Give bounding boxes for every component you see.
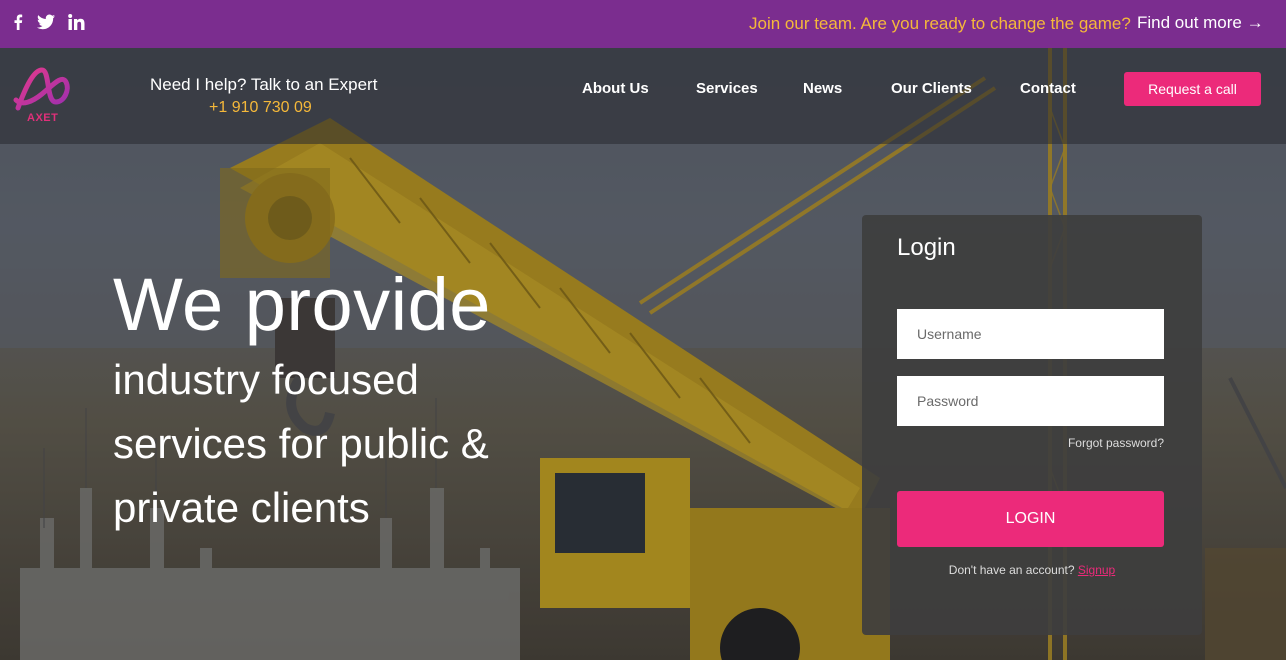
signup-link[interactable]: Signup (1078, 563, 1115, 577)
nav-about-us[interactable]: About Us (582, 80, 649, 97)
request-call-button[interactable]: Request a call (1124, 72, 1261, 106)
username-input[interactable] (897, 309, 1164, 359)
phone-number[interactable]: +1 910 730 09 (209, 99, 312, 117)
nav-news[interactable]: News (803, 80, 842, 97)
join-team-promo: Join our team. Are you ready to change t… (749, 14, 1131, 33)
logo-wordmark: AXET (27, 112, 59, 124)
hero-subline-1: industry focused (113, 356, 419, 403)
forgot-password-link[interactable]: Forgot password? (1068, 436, 1164, 450)
no-account-text: Don't have an account? (948, 563, 1075, 577)
linkedin-icon[interactable] (68, 14, 85, 30)
login-button[interactable]: LOGIN (897, 491, 1164, 547)
hero-subline-2: services for public & (113, 420, 489, 467)
login-panel: Login Forgot password? LOGIN Don't have … (862, 215, 1202, 635)
expert-help-text: Need I help? Talk to an Expert (150, 75, 378, 94)
signup-prompt: Don't have an account? Signup (862, 563, 1202, 577)
facebook-icon[interactable] (13, 14, 23, 30)
hero-headline: We provide (113, 263, 491, 346)
twitter-icon[interactable] (37, 14, 55, 30)
top-bar: Join our team. Are you ready to change t… (0, 0, 1286, 48)
nav-our-clients[interactable]: Our Clients (891, 80, 972, 97)
login-title: Login (897, 234, 956, 261)
axet-logo-mark (13, 67, 70, 111)
hero-subline-3: private clients (113, 484, 370, 531)
find-out-more-link[interactable]: Find out more → (1137, 13, 1264, 33)
password-input[interactable] (897, 376, 1164, 426)
nav-services[interactable]: Services (696, 80, 758, 97)
nav-contact[interactable]: Contact (1020, 80, 1076, 97)
